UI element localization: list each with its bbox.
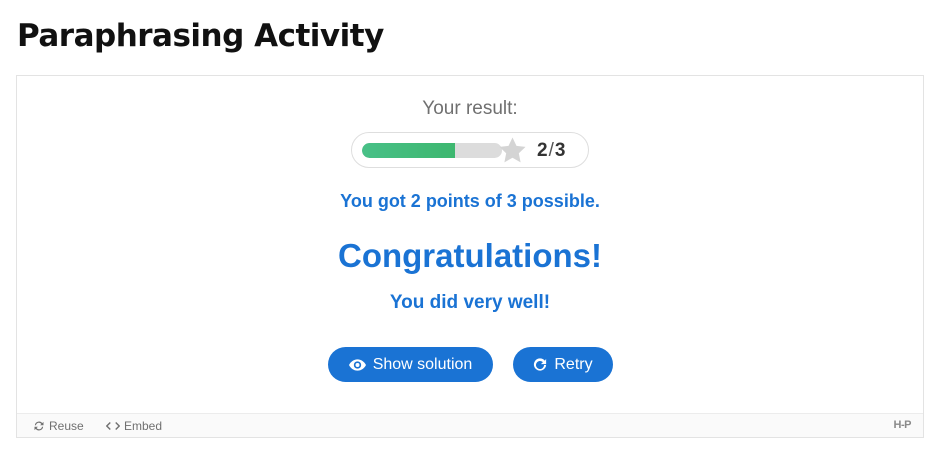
feedback-message: You did very well!	[389, 292, 551, 313]
score-separator: /	[548, 140, 554, 161]
score-text: 2/3	[537, 140, 565, 162]
h5p-logo[interactable]: H-P	[894, 419, 912, 431]
show-solution-label: Show solution	[372, 355, 473, 373]
embed-label: Embed	[124, 419, 163, 433]
result-label: Your result:	[422, 98, 518, 119]
progress-track	[362, 143, 502, 158]
reuse-link[interactable]: Reuse	[33, 419, 84, 433]
score-bar: 2/3	[351, 132, 589, 168]
show-solution-button[interactable]: Show solution	[328, 347, 493, 382]
star-icon	[499, 137, 526, 163]
eye-icon	[348, 358, 366, 371]
retry-label: Retry	[554, 355, 593, 373]
code-icon	[106, 422, 120, 430]
activity-card: Your result: 2/3 You got 2 points of 3 p…	[16, 75, 924, 438]
footer-bar: Reuse Embed H-P	[17, 413, 923, 437]
reuse-label: Reuse	[49, 419, 84, 433]
retry-icon	[534, 357, 547, 371]
score-value: 2	[537, 140, 548, 161]
page-title: Paraphrasing Activity	[17, 18, 384, 54]
congratulations-heading: Congratulations!	[338, 237, 602, 274]
retry-button[interactable]: Retry	[513, 347, 613, 382]
score-max: 3	[554, 140, 566, 161]
embed-link[interactable]: Embed	[106, 419, 162, 433]
reuse-icon	[34, 421, 44, 431]
progress-fill	[362, 143, 456, 158]
points-message: You got 2 points of 3 possible.	[340, 191, 600, 211]
